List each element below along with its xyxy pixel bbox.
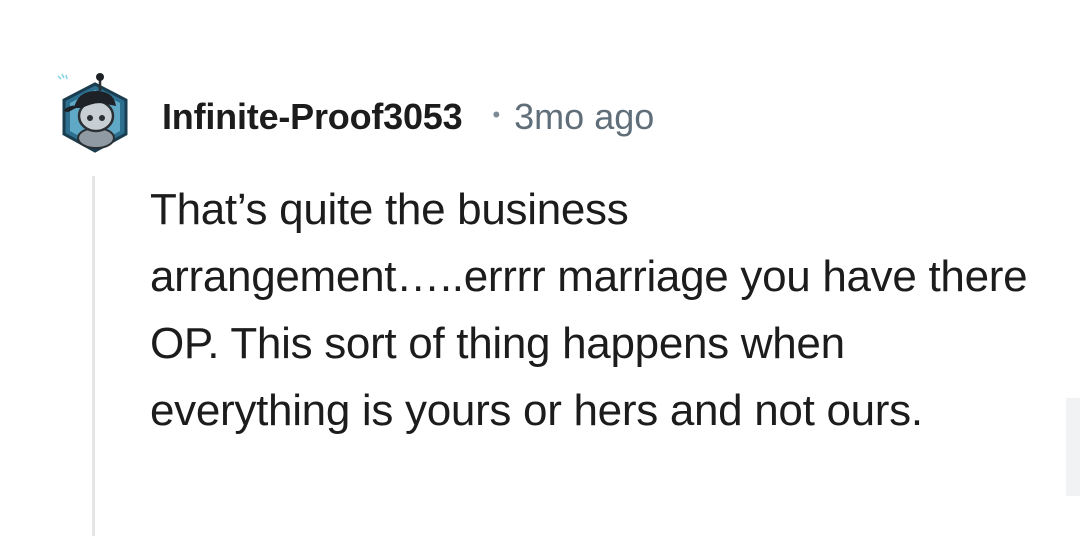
snoo-avatar-icon	[57, 73, 128, 153]
comment-timestamp: 3mo ago	[514, 96, 655, 137]
username-link[interactable]: Infinite-Proof3053	[162, 96, 463, 138]
comment-header: Infinite-Proof3053 • 3mo ago	[162, 92, 654, 142]
comment: Infinite-Proof3053 • 3mo ago That’s quit…	[0, 0, 1080, 536]
comment-body: That’s quite the business arrangement…..…	[150, 185, 1028, 435]
scrollbar-thumb[interactable]	[1066, 398, 1080, 496]
thread-collapse-line[interactable]	[92, 176, 95, 536]
user-avatar[interactable]	[56, 72, 134, 156]
meta-separator: •	[492, 102, 501, 127]
